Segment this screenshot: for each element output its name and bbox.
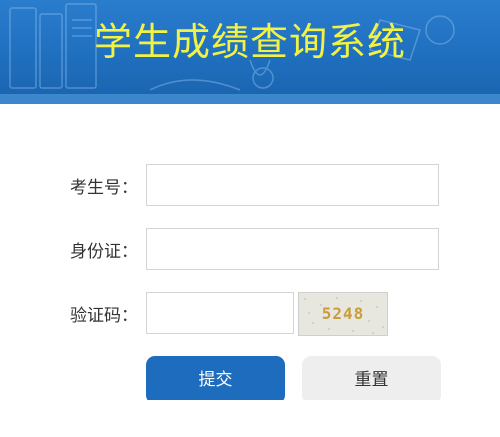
captcha-image[interactable]: 5248 xyxy=(298,292,388,336)
exam-number-label: 考生号： xyxy=(70,178,138,198)
page-bottom-area xyxy=(0,400,500,437)
header-banner: 学生成绩查询系统 xyxy=(0,0,500,104)
captcha-input[interactable] xyxy=(146,292,294,334)
submit-button[interactable]: 提交 xyxy=(146,356,285,404)
exam-number-input[interactable] xyxy=(146,164,439,206)
id-card-input[interactable] xyxy=(146,228,439,270)
page-title: 学生成绩查询系统 xyxy=(93,20,406,64)
id-card-label: 身份证： xyxy=(70,242,138,262)
captcha-label: 验证码： xyxy=(70,306,138,326)
banner-bottom-strip xyxy=(0,94,500,104)
captcha-code: 5248 xyxy=(321,304,365,323)
reset-button[interactable]: 重置 xyxy=(302,356,441,404)
